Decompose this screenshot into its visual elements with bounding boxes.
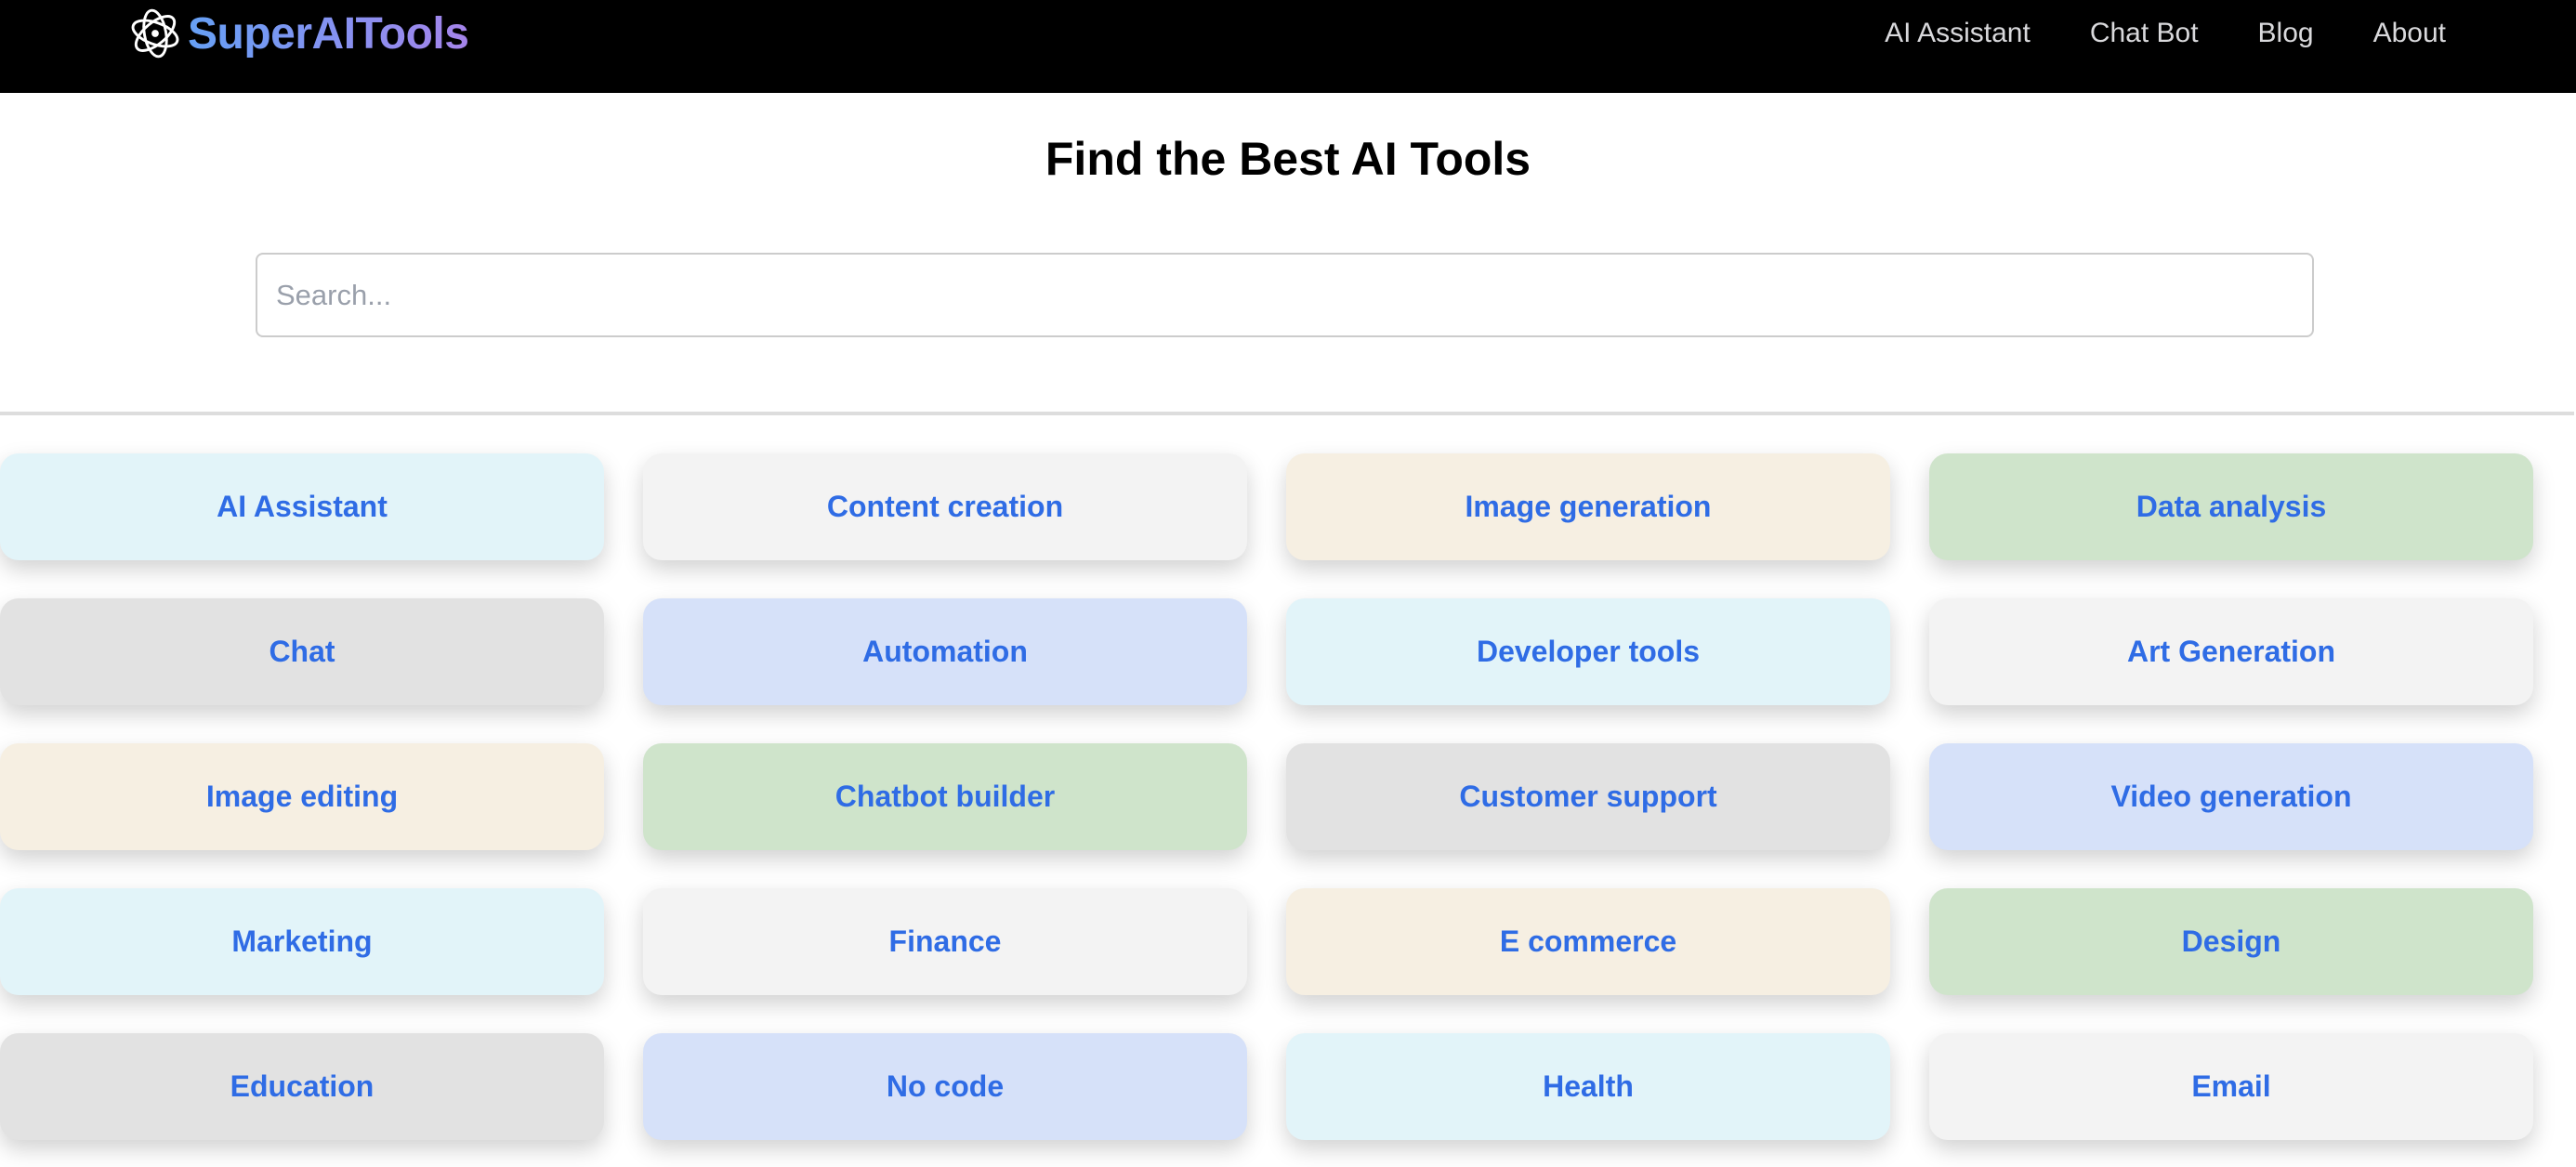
category-card-image-generation[interactable]: Image generation: [1286, 453, 1890, 560]
category-card-education[interactable]: Education: [0, 1033, 604, 1140]
category-card-label: Email: [2191, 1069, 2271, 1103]
section-divider: [0, 412, 2574, 415]
category-card-chatbot-builder[interactable]: Chatbot builder: [643, 743, 1247, 850]
category-card-label: Automation: [862, 635, 1028, 668]
search-input[interactable]: [256, 253, 2314, 337]
category-card-label: Content creation: [826, 490, 1064, 523]
category-card-health[interactable]: Health: [1286, 1033, 1890, 1140]
main-nav: AI Assistant Chat Bot Blog About: [1885, 13, 2446, 54]
category-card-email[interactable]: Email: [1929, 1033, 2533, 1140]
category-card-label: Finance: [888, 924, 1002, 958]
nav-link-about[interactable]: About: [2373, 18, 2446, 49]
category-card-label: Data analysis: [2136, 490, 2327, 523]
brand-logo-link[interactable]: SuperAITools: [128, 7, 469, 59]
nav-link-chat-bot[interactable]: Chat Bot: [2090, 18, 2199, 49]
category-card-label: Education: [230, 1069, 375, 1103]
page-title: Find the Best AI Tools: [1045, 133, 1531, 185]
category-card-no-code[interactable]: No code: [643, 1033, 1247, 1140]
category-card-automation[interactable]: Automation: [643, 598, 1247, 705]
category-card-label: Customer support: [1459, 780, 1717, 813]
category-card-customer-support[interactable]: Customer support: [1286, 743, 1890, 850]
category-card-label: Image editing: [205, 780, 399, 813]
category-card-ai-assistant[interactable]: AI Assistant: [0, 453, 604, 560]
brand-name: SuperAITools: [188, 8, 469, 59]
category-card-label: Developer tools: [1476, 635, 1701, 668]
category-card-finance[interactable]: Finance: [643, 888, 1247, 995]
category-card-label: Design: [2181, 924, 2281, 958]
category-card-content-creation[interactable]: Content creation: [643, 453, 1247, 560]
nav-link-blog[interactable]: Blog: [2258, 18, 2314, 49]
category-card-label: Image generation: [1465, 490, 1712, 523]
category-card-chat[interactable]: Chat: [0, 598, 604, 705]
category-card-data-analysis[interactable]: Data analysis: [1929, 453, 2533, 560]
category-card-e-commerce[interactable]: E commerce: [1286, 888, 1890, 995]
category-card-design[interactable]: Design: [1929, 888, 2533, 995]
flower-swirl-logo-icon: [131, 8, 179, 59]
navbar: SuperAITools AI Assistant Chat Bot Blog …: [0, 0, 2576, 93]
category-card-label: AI Assistant: [217, 490, 388, 523]
category-card-image-editing[interactable]: Image editing: [0, 743, 604, 850]
category-card-label: Chatbot builder: [835, 780, 1056, 813]
category-card-developer-tools[interactable]: Developer tools: [1286, 598, 1890, 705]
category-card-label: Art Generation: [2126, 635, 2336, 668]
category-card-label: E commerce: [1499, 924, 1677, 958]
category-card-art-generation[interactable]: Art Generation: [1929, 598, 2533, 705]
category-card-label: Chat: [269, 635, 335, 668]
category-card-label: Health: [1543, 1069, 1634, 1103]
nav-link-ai-assistant[interactable]: AI Assistant: [1885, 18, 2031, 49]
category-grid: AI Assistant Content creation Image genera…: [0, 453, 2533, 1140]
category-card-label: Marketing: [231, 924, 373, 958]
category-card-label: No code: [886, 1069, 1005, 1103]
category-card-marketing[interactable]: Marketing: [0, 888, 604, 995]
category-card-label: Video generation: [2110, 780, 2352, 813]
category-card-video-generation[interactable]: Video generation: [1929, 743, 2533, 850]
